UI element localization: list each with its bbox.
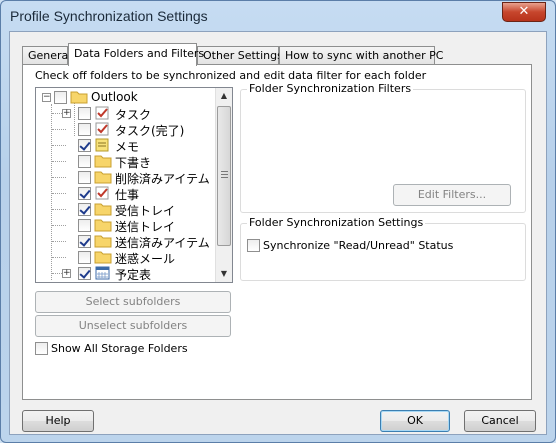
folder-tree[interactable]: − Outlook + タスク タスク(完了) メモ 下書き 削除済みアイテム 仕事 受信トレイ送… (35, 87, 233, 283)
sync-read-unread-label: Synchronize "Read/Unread" Status (263, 239, 454, 252)
folder-sync-settings-group: Folder Synchronization Settings Synchron… (240, 216, 526, 281)
unselect-subfolders-button[interactable]: Unselect subfolders (35, 315, 231, 337)
sync-read-unread-checkbox[interactable]: Synchronize "Read/Unread" Status (247, 238, 517, 256)
tree-item-checkbox[interactable] (54, 91, 67, 104)
show-all-storage-label: Show All Storage Folders (51, 342, 188, 355)
ok-button[interactable]: OK (380, 410, 450, 432)
calendar-icon (94, 266, 112, 280)
scroll-up-icon[interactable]: ▲ (216, 88, 232, 104)
tree-item-label: 予定表 (115, 268, 152, 282)
dialog-window: Profile Synchronization Settings ✕ Gener… (0, 0, 556, 443)
dialog-client: General Data Folders and Filters Other S… (9, 31, 547, 435)
select-subfolders-button[interactable]: Select subfolders (35, 291, 231, 313)
note-icon (94, 138, 112, 152)
tree-item-checkbox[interactable] (78, 107, 91, 120)
scroll-thumb[interactable] (217, 106, 231, 246)
window-title: Profile Synchronization Settings (10, 8, 208, 24)
tree-item[interactable]: 受信トレイ (36, 201, 216, 218)
cancel-button[interactable]: Cancel (464, 410, 536, 432)
help-button[interactable]: Help (22, 410, 94, 432)
tree-item-checkbox[interactable] (78, 187, 91, 200)
title-bar[interactable]: Profile Synchronization Settings ✕ (1, 1, 555, 31)
expand-icon[interactable]: + (62, 269, 71, 278)
tree-item-label: Outlook (91, 90, 138, 104)
folder-icon (94, 234, 112, 248)
tree-item[interactable]: 送信済みアイテム (36, 233, 216, 250)
folder-icon (94, 250, 112, 264)
tree-item-checkbox[interactable] (78, 251, 91, 264)
folder-icon (94, 202, 112, 216)
checkbox-box[interactable] (35, 342, 48, 355)
edit-filters-button[interactable]: Edit Filters... (393, 184, 511, 206)
tab-how-to-sync[interactable]: How to sync with another PC (279, 46, 443, 65)
collapse-icon[interactable]: − (42, 93, 51, 102)
outlook-folder-icon (70, 90, 88, 104)
tree-item-checkbox[interactable] (78, 155, 91, 168)
tab-other-settings[interactable]: Other Settings (197, 46, 283, 65)
close-button[interactable]: ✕ (502, 2, 546, 22)
folder-icon (94, 218, 112, 232)
tree-item-checkbox[interactable] (78, 267, 91, 280)
scroll-down-icon[interactable]: ▼ (216, 266, 232, 282)
show-all-storage-checkbox[interactable]: Show All Storage Folders (35, 341, 235, 359)
tree-item-checkbox[interactable] (78, 171, 91, 184)
task-icon (94, 106, 112, 120)
tree-item[interactable]: メモ (36, 137, 216, 154)
grip-icon (221, 171, 228, 178)
tree-scrollbar[interactable]: ▲ ▼ (215, 88, 232, 282)
tab-general[interactable]: General (22, 46, 71, 65)
tree-item[interactable]: + タスク (36, 105, 216, 122)
tree-item[interactable]: 迷惑メール (36, 249, 216, 266)
tree-item[interactable]: 送信トレイ (36, 217, 216, 234)
tree-item-checkbox[interactable] (78, 219, 91, 232)
folder-sync-filters-group: Folder Synchronization Filters Edit Filt… (240, 82, 526, 213)
tree-item[interactable]: 仕事 (36, 185, 216, 202)
folder-icon (94, 170, 112, 184)
checkbox-box[interactable] (247, 239, 260, 252)
close-icon: ✕ (518, 4, 530, 19)
tree-item-checkbox[interactable] (78, 123, 91, 136)
filters-group-title: Folder Synchronization Filters (247, 82, 414, 95)
tree-item[interactable]: タスク(完了) (36, 121, 216, 138)
tab-data-folders-and-filters[interactable]: Data Folders and Filters (68, 43, 204, 66)
folder-icon (94, 154, 112, 168)
task-icon (94, 122, 112, 136)
settings-group-title: Folder Synchronization Settings (247, 216, 426, 229)
tree-item-checkbox[interactable] (78, 203, 91, 216)
tree-item[interactable]: 削除済みアイテム (36, 169, 216, 186)
expand-icon[interactable]: + (62, 109, 71, 118)
tree-item-checkbox[interactable] (78, 139, 91, 152)
instruction-text: Check off folders to be synchronized and… (35, 69, 427, 82)
tree-item[interactable]: + 予定表 (36, 265, 216, 282)
tree-item[interactable]: 下書き (36, 153, 216, 170)
tree-item-checkbox[interactable] (78, 235, 91, 248)
tab-panel: Check off folders to be synchronized and… (22, 64, 532, 400)
tree-item[interactable]: − Outlook (36, 89, 216, 105)
task-icon (94, 186, 112, 200)
